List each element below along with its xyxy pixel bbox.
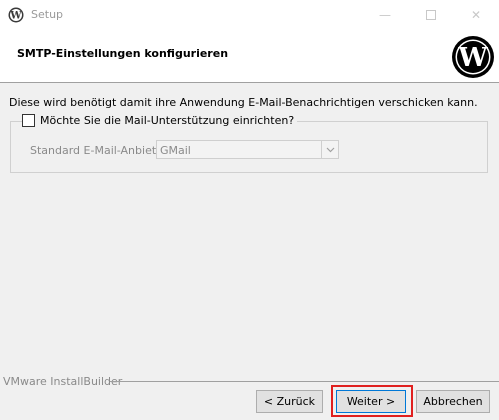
wordpress-app-icon: W (8, 7, 24, 23)
provider-select: GMail (156, 140, 339, 159)
close-icon: ✕ (470, 8, 482, 22)
maximize-icon (426, 10, 436, 20)
minimize-icon: — (379, 8, 391, 22)
chevron-down-icon (321, 141, 338, 158)
footer-divider (110, 381, 499, 382)
svg-text:W: W (9, 11, 22, 22)
wordpress-logo-icon: W (452, 36, 494, 78)
wizard-header: SMTP-Einstellungen konfigurieren W (0, 30, 499, 83)
page-title: SMTP-Einstellungen konfigurieren (17, 47, 229, 60)
back-button[interactable]: < Zurück (256, 390, 323, 413)
window-title: Setup (31, 8, 64, 21)
mail-support-checkbox-label[interactable]: Möchte Sie die Mail-Unterstützung einric… (40, 114, 294, 127)
close-button[interactable]: ✕ (453, 0, 499, 30)
cancel-button[interactable]: Abbrechen (416, 390, 490, 413)
maximize-button[interactable] (408, 0, 454, 30)
description-text: Diese wird benötigt damit ihre Anwendung… (9, 96, 478, 109)
next-button[interactable]: Weiter > (336, 390, 406, 413)
mail-support-checkbox[interactable] (22, 114, 35, 127)
title-bar: W Setup — ✕ (0, 0, 499, 30)
installer-brand: VMware InstallBuilder (3, 375, 123, 388)
minimize-button[interactable]: — (362, 0, 408, 30)
provider-label: Standard E-Mail-Anbieter: (30, 144, 171, 157)
mail-support-checkbox-row[interactable]: Möchte Sie die Mail-Unterstützung einric… (22, 114, 298, 127)
provider-select-value: GMail (160, 144, 191, 157)
svg-text:W: W (457, 43, 488, 73)
